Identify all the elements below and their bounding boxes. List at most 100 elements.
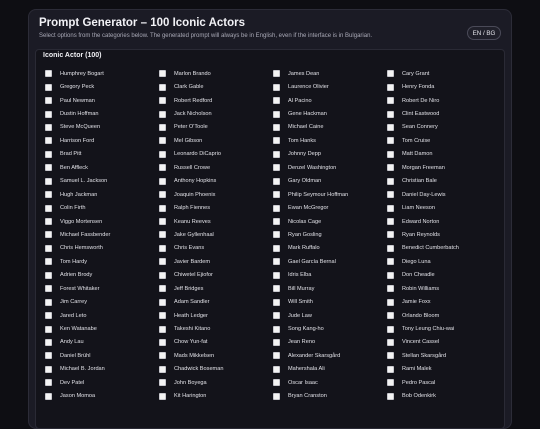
checkbox[interactable] [273, 164, 280, 172]
checkbox[interactable] [273, 70, 280, 78]
actor-option[interactable]: Anthony Hopkins [159, 175, 273, 188]
checkbox[interactable] [159, 83, 166, 91]
actor-option[interactable]: Cary Grant [387, 67, 501, 80]
checkbox[interactable] [45, 352, 52, 360]
actor-option[interactable]: Bob Odenkirk [387, 390, 501, 403]
actor-option[interactable]: Jean Reno [273, 336, 387, 349]
actor-option[interactable]: Ben Affleck [45, 161, 159, 174]
actor-option[interactable]: Jude Law [273, 309, 387, 322]
actor-option[interactable]: Dustin Hoffman [45, 107, 159, 120]
checkbox[interactable] [159, 123, 166, 131]
actor-option[interactable]: Jim Carrey [45, 295, 159, 308]
checkbox[interactable] [45, 285, 52, 293]
actor-option[interactable]: Clint Eastwood [387, 107, 501, 120]
actor-option[interactable]: Chiwetel Ejiofor [159, 269, 273, 282]
checkbox[interactable] [273, 218, 280, 226]
checkbox[interactable] [273, 298, 280, 306]
actor-option[interactable]: Colin Firth [45, 201, 159, 214]
actor-option[interactable]: Viggo Mortensen [45, 215, 159, 228]
actor-option[interactable]: Will Smith [273, 295, 387, 308]
checkbox[interactable] [387, 97, 394, 105]
checkbox[interactable] [273, 338, 280, 346]
actor-option[interactable]: Idris Elba [273, 269, 387, 282]
actor-option[interactable]: Robin Williams [387, 282, 501, 295]
checkbox[interactable] [387, 150, 394, 158]
checkbox[interactable] [159, 204, 166, 212]
checkbox[interactable] [45, 204, 52, 212]
actor-option[interactable]: Denzel Washington [273, 161, 387, 174]
checkbox[interactable] [273, 204, 280, 212]
checkbox[interactable] [159, 392, 166, 400]
checkbox[interactable] [273, 123, 280, 131]
actor-option[interactable]: Michael Caine [273, 121, 387, 134]
actor-option[interactable]: Gene Hackman [273, 107, 387, 120]
actor-option[interactable]: Brad Pitt [45, 148, 159, 161]
actor-option[interactable]: Chris Evans [159, 242, 273, 255]
checkbox[interactable] [387, 379, 394, 387]
checkbox[interactable] [45, 218, 52, 226]
checkbox[interactable] [45, 338, 52, 346]
checkbox[interactable] [387, 137, 394, 145]
actor-option[interactable]: Heath Ledger [159, 309, 273, 322]
actor-option[interactable]: Mahershala Ali [273, 363, 387, 376]
actor-option[interactable]: Sean Connery [387, 121, 501, 134]
actor-option[interactable]: Gregory Peck [45, 80, 159, 93]
checkbox[interactable] [159, 271, 166, 279]
actor-option[interactable]: Robert Redford [159, 94, 273, 107]
checkbox[interactable] [45, 70, 52, 78]
checkbox[interactable] [387, 392, 394, 400]
checkbox[interactable] [273, 392, 280, 400]
checkbox[interactable] [273, 312, 280, 320]
checkbox[interactable] [273, 325, 280, 333]
checkbox[interactable] [45, 177, 52, 185]
actor-option[interactable]: Javier Bardem [159, 255, 273, 268]
actor-option[interactable]: John Boyega [159, 376, 273, 389]
actor-option[interactable]: Laurence Olivier [273, 80, 387, 93]
checkbox[interactable] [387, 298, 394, 306]
actor-option[interactable]: Jack Nicholson [159, 107, 273, 120]
checkbox[interactable] [273, 97, 280, 105]
checkbox[interactable] [45, 392, 52, 400]
actor-option[interactable]: Bryan Cranston [273, 390, 387, 403]
actor-option[interactable]: James Dean [273, 67, 387, 80]
checkbox[interactable] [159, 150, 166, 158]
checkbox[interactable] [387, 164, 394, 172]
actor-option[interactable]: Peter O'Toole [159, 121, 273, 134]
actor-option[interactable]: Daniel Day-Lewis [387, 188, 501, 201]
actor-option[interactable]: Gael García Bernal [273, 255, 387, 268]
actor-option[interactable]: Takeshi Kitano [159, 322, 273, 335]
actor-option[interactable]: Jason Momoa [45, 390, 159, 403]
checkbox[interactable] [273, 271, 280, 279]
actor-option[interactable]: Don Cheadle [387, 269, 501, 282]
checkbox[interactable] [273, 231, 280, 239]
actor-option[interactable]: Keanu Reeves [159, 215, 273, 228]
checkbox[interactable] [159, 70, 166, 78]
actor-option[interactable]: Al Pacino [273, 94, 387, 107]
checkbox[interactable] [159, 97, 166, 105]
checkbox[interactable] [387, 258, 394, 266]
checkbox[interactable] [45, 244, 52, 252]
actor-option[interactable]: Song Kang-ho [273, 322, 387, 335]
actor-option[interactable]: Hugh Jackman [45, 188, 159, 201]
actor-option[interactable]: Robert De Niro [387, 94, 501, 107]
checkbox[interactable] [45, 258, 52, 266]
actor-option[interactable]: Dev Patel [45, 376, 159, 389]
actor-option[interactable]: Mark Ruffalo [273, 242, 387, 255]
actor-option[interactable]: Christian Bale [387, 175, 501, 188]
actor-option[interactable]: Steve McQueen [45, 121, 159, 134]
actor-option[interactable]: Morgan Freeman [387, 161, 501, 174]
checkbox[interactable] [159, 285, 166, 293]
checkbox[interactable] [45, 271, 52, 279]
checkbox[interactable] [45, 137, 52, 145]
checkbox[interactable] [45, 97, 52, 105]
actor-option[interactable]: Michael Fassbender [45, 228, 159, 241]
actor-option[interactable]: Russell Crowe [159, 161, 273, 174]
actor-option[interactable]: Vincent Cassel [387, 336, 501, 349]
actor-option[interactable]: Jeff Bridges [159, 282, 273, 295]
checkbox[interactable] [387, 70, 394, 78]
actor-option[interactable]: Henry Fonda [387, 80, 501, 93]
checkbox[interactable] [273, 177, 280, 185]
checkbox[interactable] [159, 164, 166, 172]
language-toggle-button[interactable]: EN / BG [467, 26, 501, 40]
checkbox[interactable] [273, 191, 280, 199]
